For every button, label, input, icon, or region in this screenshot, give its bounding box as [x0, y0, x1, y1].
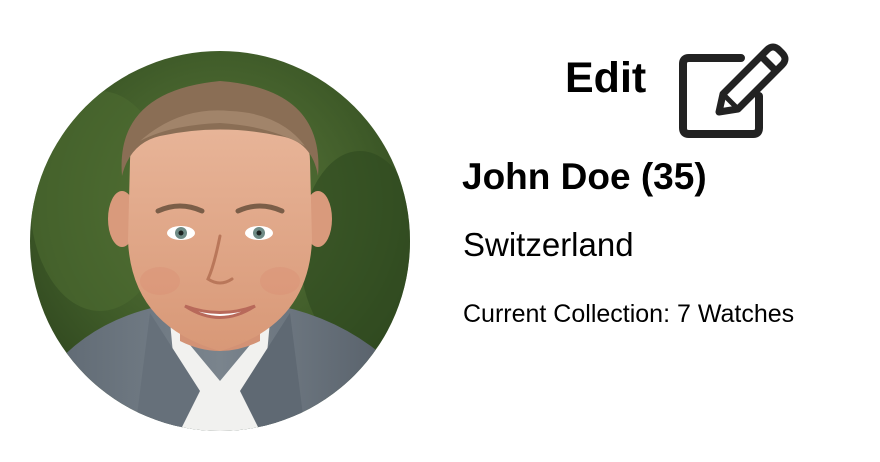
pencil-square-icon[interactable] [679, 40, 791, 140]
user-collection-count: Current Collection: 7 Watches [463, 300, 795, 328]
user-name-age: John Doe (35) [462, 156, 707, 197]
profile-card: Edit John Doe (35) Switzerland Current C… [0, 0, 880, 462]
avatar-photo [30, 51, 410, 431]
edit-button-label[interactable]: Edit [565, 55, 646, 101]
avatar [30, 51, 410, 431]
user-country: Switzerland [463, 226, 634, 263]
